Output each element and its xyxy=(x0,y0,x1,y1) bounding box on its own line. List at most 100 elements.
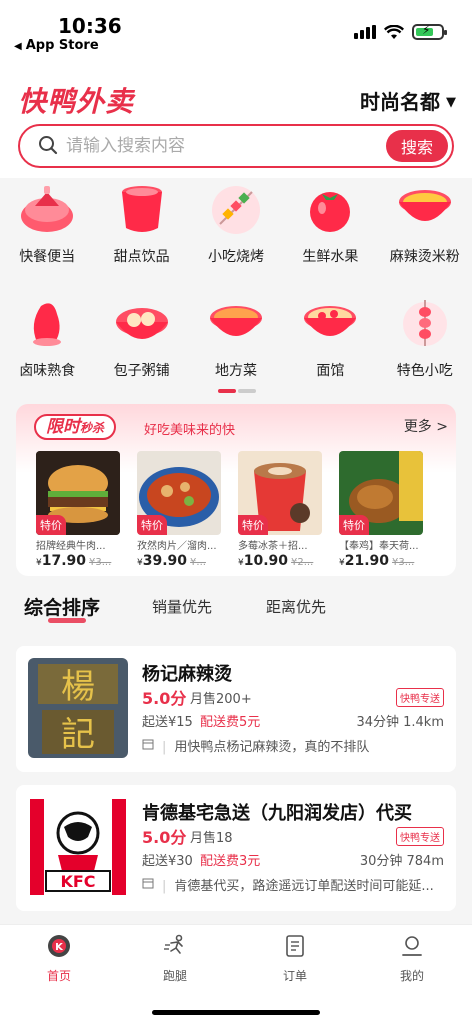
flash-sale-card: 限时秒杀 好吃美味来的快 更多 > 特价 招牌经典牛肉... ¥17.90 ¥3.… xyxy=(16,404,456,576)
battery-icon: ⚡ xyxy=(412,23,447,40)
flash-sale-badge-small: 秒杀 xyxy=(80,421,105,435)
city-selector[interactable]: 时尚名都 ▼ xyxy=(360,86,456,115)
store-delivery-fee: 配送费5元 xyxy=(200,715,261,730)
nav-errand[interactable]: 跑腿 xyxy=(135,933,215,984)
flash-sale-item[interactable]: 特价 多莓冰茶＋招... ¥10.90 ¥2... xyxy=(238,451,322,569)
category-item[interactable]: 面馆 xyxy=(283,294,377,380)
store-image: 楊 記 xyxy=(28,658,128,758)
store-min-order: 起送¥15 xyxy=(142,715,193,730)
drink-cup-icon xyxy=(121,186,162,232)
nav-label: 跑腿 xyxy=(162,969,187,983)
flash-sale-tag: 特价 xyxy=(137,515,167,535)
search-button[interactable]: 搜索 xyxy=(386,130,448,162)
city-label: 时尚名都 xyxy=(360,90,440,114)
store-delivery-fee: 配送费3元 xyxy=(200,854,261,869)
category-label: 地方菜 xyxy=(214,363,257,379)
flash-sale-more-link[interactable]: 更多 > xyxy=(404,416,448,436)
flash-sale-item-name: 多莓冰茶＋招... xyxy=(238,541,308,552)
price-value: 17.90 xyxy=(41,553,87,569)
store-name: 杨记麻辣烫 xyxy=(142,664,232,685)
store-card[interactable]: 楊 記 杨记麻辣烫 5.0分 月售200+ 快鸭专送 起送¥15 配送费5元 3… xyxy=(16,646,456,772)
status-icons: ⚡ xyxy=(354,23,447,40)
flash-sale-item[interactable]: 特价 孜然肉片／溜肉... ¥39.90 ¥... xyxy=(137,451,221,569)
app-logo: 快鸭外卖 xyxy=(18,85,135,118)
shop-icon xyxy=(142,878,154,889)
tomato-icon xyxy=(310,192,351,232)
search-icon xyxy=(39,136,58,155)
noodle-icon xyxy=(304,306,357,336)
store-score: 5.0分 xyxy=(142,689,187,708)
flash-sale-price: ¥21.90 ¥3... xyxy=(339,553,423,569)
svg-text:楊: 楊 xyxy=(61,667,95,707)
meat-dish-image: 特价 xyxy=(137,451,221,535)
category-item[interactable]: 麻辣烫米粉 xyxy=(378,180,472,266)
delivery-badge: 快鸭专送 xyxy=(396,827,444,846)
flash-sale-item-name: 【奉鸡】奉天荷... xyxy=(339,541,419,552)
old-price: ¥3... xyxy=(392,557,415,568)
wifi-icon xyxy=(384,24,404,39)
sort-tab-distance[interactable]: 距离优先 xyxy=(266,596,326,617)
category-item[interactable]: 小吃烧烤 xyxy=(189,180,283,266)
store-description-text: 肯德基代买，路途遥远订单配送时间可能延... xyxy=(174,879,434,894)
flash-sale-item[interactable]: 特价 招牌经典牛肉... ¥17.90 ¥3... xyxy=(36,451,120,569)
category-item[interactable]: 生鲜水果 xyxy=(283,180,377,266)
back-triangle-icon: ◀ xyxy=(14,41,22,52)
sort-tab-comprehensive[interactable]: 综合排序 xyxy=(24,593,100,620)
category-label: 小吃烧烤 xyxy=(207,249,264,265)
category-label: 甜点饮品 xyxy=(113,249,170,265)
category-label: 麻辣烫米粉 xyxy=(389,249,460,265)
nav-orders[interactable]: 订单 xyxy=(255,933,335,984)
store-description-text: 用快鸭点杨记麻辣烫，真的不排队 xyxy=(174,740,370,755)
flash-sale-item-name: 孜然肉片／溜肉... xyxy=(137,541,217,552)
user-icon xyxy=(402,936,422,956)
running-person-icon xyxy=(164,934,183,954)
bottom-nav: K 首页 跑腿 订单 我的 xyxy=(0,924,472,1024)
sort-bar: 综合排序 销量优先 距离优先 xyxy=(0,576,472,638)
category-label: 快餐便当 xyxy=(19,249,76,265)
home-icon: K xyxy=(48,935,70,957)
flash-sale-item[interactable]: 特价 【奉鸡】奉天荷... ¥21.90 ¥3... xyxy=(339,451,423,569)
store-card[interactable]: KFC 肯德基宅急送（九阳润发店）代买 5.0分 月售18 快鸭专送 起送¥30… xyxy=(16,785,456,911)
noodle-bowl-icon xyxy=(398,190,451,221)
local-dish-icon xyxy=(209,306,262,336)
category-label: 卤味熟食 xyxy=(19,363,76,379)
home-indicator xyxy=(152,1010,320,1015)
search-input[interactable] xyxy=(66,132,386,160)
category-item[interactable]: 包子粥铺 xyxy=(94,294,188,380)
flash-sale-price: ¥17.90 ¥3... xyxy=(36,553,120,569)
snack-skewer-icon xyxy=(402,300,447,346)
category-item[interactable]: 快餐便当 xyxy=(0,180,94,266)
svg-text:K: K xyxy=(55,942,64,953)
nav-label: 订单 xyxy=(282,969,307,983)
delivery-badge: 快鸭专送 xyxy=(396,688,444,707)
nav-profile[interactable]: 我的 xyxy=(372,933,452,984)
category-item[interactable]: 卤味熟食 xyxy=(0,294,94,380)
store-description: | 用快鸭点杨记麻辣烫，真的不排队 xyxy=(162,740,370,755)
category-item[interactable]: 甜点饮品 xyxy=(94,180,188,266)
shop-icon xyxy=(142,739,154,750)
flash-sale-tag: 特价 xyxy=(36,515,66,535)
chicken-image: 特价 xyxy=(339,451,423,535)
flash-sale-badge-main: 限时 xyxy=(46,417,80,437)
old-price: ¥2... xyxy=(291,557,314,568)
svg-text:KFC: KFC xyxy=(60,872,95,891)
old-price: ¥3... xyxy=(89,557,112,568)
order-list-icon xyxy=(286,935,304,957)
back-to-app-store[interactable]: ◀ App Store xyxy=(14,38,99,53)
sort-tab-sales[interactable]: 销量优先 xyxy=(152,596,212,617)
flash-sale-price: ¥10.90 ¥2... xyxy=(238,553,322,569)
category-item[interactable]: 地方菜 xyxy=(189,294,283,380)
store-image: KFC xyxy=(28,797,128,897)
store-monthly-sales: 月售18 xyxy=(190,831,233,846)
flash-sale-badge: 限时秒杀 xyxy=(34,414,117,440)
burger-image: 特价 xyxy=(36,451,120,535)
category-item[interactable]: 特色小吃 xyxy=(378,294,472,380)
price-value: 21.90 xyxy=(344,553,390,569)
category-row-2: 卤味熟食 包子粥铺 地方菜 面馆 特色小吃 xyxy=(0,294,472,380)
store-time-distance: 30分钟 784m xyxy=(359,854,444,869)
nav-home[interactable]: K 首页 xyxy=(19,933,99,984)
price-value: 10.90 xyxy=(243,553,289,569)
search-box[interactable]: 搜索 xyxy=(18,124,454,168)
store-time-distance: 34分钟 1.4km xyxy=(356,715,444,730)
price-value: 39.90 xyxy=(142,553,188,569)
